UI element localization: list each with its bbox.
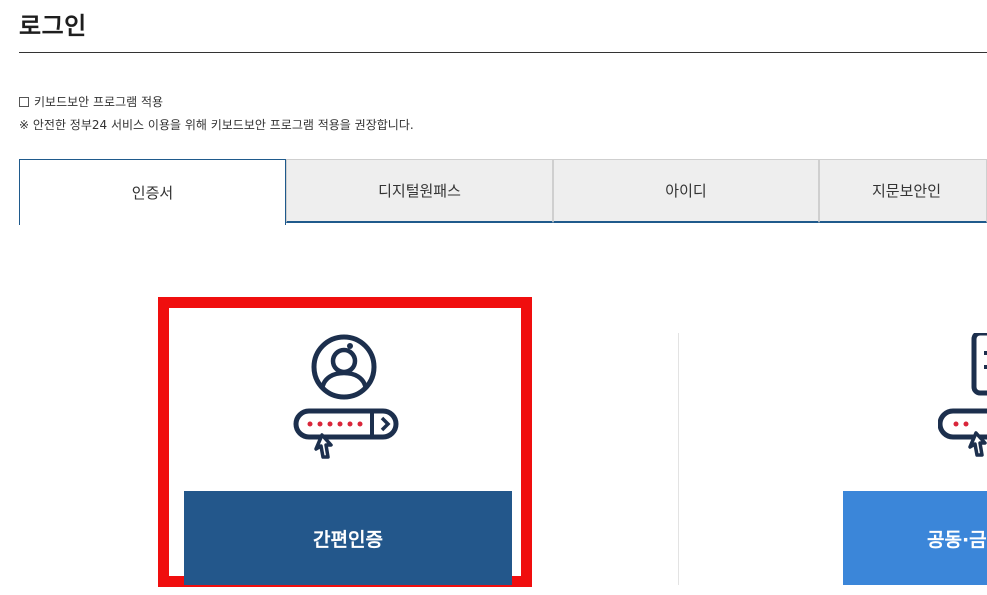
tab-label: 아이디	[665, 182, 707, 200]
title-divider	[19, 52, 987, 53]
page-title: 로그인	[19, 12, 87, 40]
user-password-icon	[284, 333, 404, 463]
joint-certificate-button-label: 공동·금	[927, 528, 987, 551]
options-divider	[678, 333, 679, 585]
tab-fingerprint[interactable]: 지문보안인	[819, 159, 987, 223]
tab-id[interactable]: 아이디	[553, 159, 819, 223]
tab-label: 지문보안인	[872, 182, 942, 200]
login-method-tabs: 인증서 디지털원패스 아이디 지문보안인	[19, 159, 987, 225]
tab-label: 인증서	[131, 184, 174, 202]
simple-auth-button-label: 간편인증	[313, 528, 383, 551]
tab-certificate[interactable]: 인증서	[19, 159, 286, 225]
keyboard-security-option[interactable]: 키보드보안 프로그램 적용	[19, 93, 163, 110]
keyboard-security-checkbox[interactable]	[19, 96, 29, 107]
tab-label: 디지털원패스	[378, 182, 461, 200]
joint-certificate-button[interactable]: 공동·금	[843, 491, 987, 585]
keyboard-security-notice: ※ 안전한 정부24 서비스 이용을 위해 키보드보안 프로그램 적용을 권장합…	[19, 118, 414, 132]
tab-digital-onepass[interactable]: 디지털원패스	[286, 159, 553, 223]
simple-auth-button[interactable]: 간편인증	[184, 491, 512, 585]
certificate-password-icon	[938, 333, 987, 463]
keyboard-security-label: 키보드보안 프로그램 적용	[34, 95, 164, 109]
